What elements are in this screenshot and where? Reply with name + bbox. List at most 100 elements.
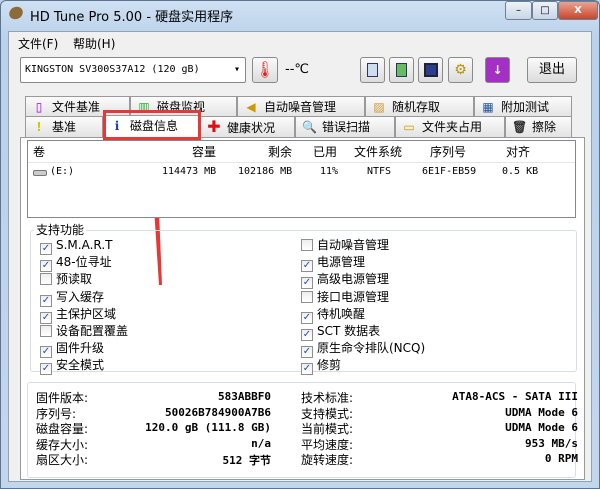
checkbox-checked-icon[interactable]: ✓ bbox=[301, 329, 313, 341]
tab-extra-tests[interactable]: ▦ 附加测试 bbox=[474, 96, 572, 117]
exit-button[interactable]: 退出 bbox=[527, 57, 577, 83]
tab-health[interactable]: ✚ 健康状况 bbox=[200, 116, 295, 137]
info-label: 缓存大小: bbox=[36, 437, 89, 452]
checkbox-checked-icon[interactable]: ✓ bbox=[301, 363, 313, 376]
col-filesystem[interactable]: 文件系统 bbox=[354, 143, 402, 160]
window-title: HD Tune Pro 5.00 - 硬盘实用程序 bbox=[30, 10, 234, 25]
close-button[interactable]: X bbox=[558, 1, 598, 20]
save-button[interactable] bbox=[418, 57, 443, 83]
col-serial[interactable]: 序列号 bbox=[430, 143, 466, 160]
feature-label: 设备配置覆盖 bbox=[56, 324, 129, 338]
feature-checkbox[interactable]: ✓ 电源管理 bbox=[301, 254, 366, 273]
tab-label: 健康状况 bbox=[227, 121, 276, 135]
checkbox-checked-icon[interactable]: ✓ bbox=[40, 346, 52, 359]
tab-label: 基准 bbox=[52, 120, 77, 134]
feature-checkbox[interactable]: ✓ 修剪 bbox=[301, 357, 341, 376]
copy-screenshot-button[interactable] bbox=[389, 57, 414, 83]
info-label: 磁盘容量: bbox=[36, 422, 89, 436]
feature-checkbox[interactable]: ✓ 待机唤醒 bbox=[301, 306, 366, 324]
col-free[interactable]: 剩余 bbox=[268, 143, 292, 160]
drive-select[interactable]: KINGSTON SV300S37A12 (120 gB) ▾ bbox=[20, 57, 246, 83]
feature-checkbox[interactable]: ✓ 48-位寻址 bbox=[40, 254, 112, 273]
info-value: 50026B784900A7B6 bbox=[165, 405, 271, 419]
checkbox-checked-icon[interactable]: ✓ bbox=[301, 346, 313, 359]
col-volume[interactable]: 卷 bbox=[33, 143, 45, 160]
feature-checkbox[interactable]: 自动噪音管理 bbox=[301, 237, 389, 253]
checkbox-checked-icon[interactable]: ✓ bbox=[301, 277, 313, 290]
checkbox-unchecked-icon[interactable] bbox=[301, 290, 313, 303]
save-icon bbox=[423, 63, 438, 77]
tab-erase[interactable]: 🗑 擦除 bbox=[505, 116, 572, 137]
feature-checkbox[interactable]: 接口电源管理 bbox=[301, 289, 389, 305]
checkbox-checked-icon[interactable]: ✓ bbox=[40, 243, 52, 255]
feature-checkbox[interactable]: ✓ 写入缓存 bbox=[40, 289, 105, 307]
info-label: 技术标准: bbox=[301, 391, 354, 405]
info-label: 当前模式: bbox=[301, 422, 354, 436]
checkbox-checked-icon[interactable]: ✓ bbox=[301, 311, 313, 324]
folder-icon: ▭ bbox=[403, 120, 415, 134]
options-button[interactable]: ⚙ bbox=[448, 57, 473, 83]
feature-label: 预读取 bbox=[56, 272, 93, 287]
checkbox-checked-icon[interactable]: ✓ bbox=[40, 260, 52, 273]
copy-text-button[interactable] bbox=[360, 57, 385, 83]
checkbox-checked-icon[interactable]: ✓ bbox=[40, 363, 52, 376]
col-used[interactable]: 已用 bbox=[313, 143, 337, 160]
exclamation-icon: ! bbox=[36, 120, 42, 134]
tab-label: 自动噪音管理 bbox=[264, 100, 337, 114]
feature-label: 电源管理 bbox=[317, 255, 366, 270]
checkbox-unchecked-icon[interactable] bbox=[40, 325, 52, 337]
cell-capacity: 114473 MB bbox=[162, 166, 217, 177]
feature-label: 安全模式 bbox=[56, 358, 105, 373]
info-value: 512 字节 bbox=[222, 454, 272, 467]
feature-label: 写入缓存 bbox=[56, 289, 105, 304]
cell-free: 102186 MB bbox=[238, 166, 293, 177]
tab-label: 文件基准 bbox=[52, 100, 101, 114]
feature-checkbox[interactable]: ✓ 原生命令排队(NCQ) bbox=[301, 340, 425, 359]
feature-label: 待机唤醒 bbox=[317, 306, 366, 321]
tab-random-access[interactable]: ▨ 随机存取 bbox=[365, 96, 474, 117]
features-title: 支持功能 bbox=[34, 221, 87, 238]
feature-label: S.M.A.R.T bbox=[56, 238, 113, 252]
minimize-button[interactable]: – bbox=[505, 1, 532, 20]
checkbox-checked-icon[interactable]: ✓ bbox=[40, 311, 52, 324]
copy-text-icon bbox=[367, 63, 378, 77]
info-value: 583ABBF0 bbox=[218, 390, 271, 403]
tab-folder-usage[interactable]: ▭ 文件夹占用 bbox=[395, 116, 505, 137]
maximize-button[interactable]: □ bbox=[532, 1, 558, 20]
tab-benchmark[interactable]: ! 基准 bbox=[25, 116, 103, 137]
copy-screenshot-icon bbox=[396, 63, 407, 77]
tab-label: 附加测试 bbox=[501, 100, 550, 114]
checkbox-unchecked-icon[interactable] bbox=[301, 239, 313, 251]
volume-list[interactable]: 卷 容量 剩余 已用 文件系统 序列号 对齐 (E:) 114473 MB 10… bbox=[27, 140, 576, 218]
feature-checkbox[interactable]: ✓ 主保护区域 bbox=[40, 306, 116, 324]
menu-help[interactable]: 帮助(H) bbox=[73, 35, 115, 52]
download-button[interactable]: ↓ bbox=[485, 57, 510, 83]
menu-file[interactable]: 文件(F) bbox=[18, 35, 58, 52]
feature-checkbox[interactable]: ✓ 固件升级 bbox=[40, 340, 104, 359]
col-alignment[interactable]: 对齐 bbox=[506, 143, 530, 160]
info-value: 953 MB/s bbox=[525, 436, 578, 450]
checkbox-checked-icon[interactable]: ✓ bbox=[40, 294, 52, 307]
col-capacity[interactable]: 容量 bbox=[192, 143, 216, 160]
info-value: n/a bbox=[251, 436, 271, 450]
info-value: 0 RPM bbox=[544, 452, 578, 465]
feature-checkbox[interactable]: ✓ 安全模式 bbox=[40, 357, 105, 376]
tab-label: 错误扫描 bbox=[322, 120, 371, 134]
feature-checkbox[interactable]: ✓ 高级电源管理 bbox=[301, 271, 389, 290]
tab-error-scan[interactable]: 🔍 错误扫描 bbox=[295, 116, 395, 137]
feature-label: 48-位寻址 bbox=[56, 255, 112, 270]
feature-checkbox[interactable]: 预读取 bbox=[40, 271, 92, 287]
temperature-button[interactable]: 🌡 bbox=[252, 57, 278, 83]
feature-checkbox[interactable]: ✓ SCT 数据表 bbox=[301, 323, 380, 341]
tab-label: 擦除 bbox=[532, 120, 557, 134]
feature-label: 接口电源管理 bbox=[317, 289, 390, 304]
checkbox-unchecked-icon[interactable] bbox=[40, 273, 52, 286]
feature-checkbox[interactable]: 设备配置覆盖 bbox=[40, 323, 128, 339]
download-icon: ↓ bbox=[492, 63, 503, 77]
cell-alignment: 0.5 KB bbox=[502, 166, 539, 177]
checkbox-checked-icon[interactable]: ✓ bbox=[301, 260, 313, 273]
feature-checkbox[interactable]: ✓ S.M.A.R.T bbox=[40, 237, 113, 255]
tab-aam[interactable]: ◀ 自动噪音管理 bbox=[237, 96, 365, 117]
magnifier-icon: 🔍 bbox=[302, 120, 317, 134]
red-cross-icon: ✚ bbox=[207, 117, 221, 136]
